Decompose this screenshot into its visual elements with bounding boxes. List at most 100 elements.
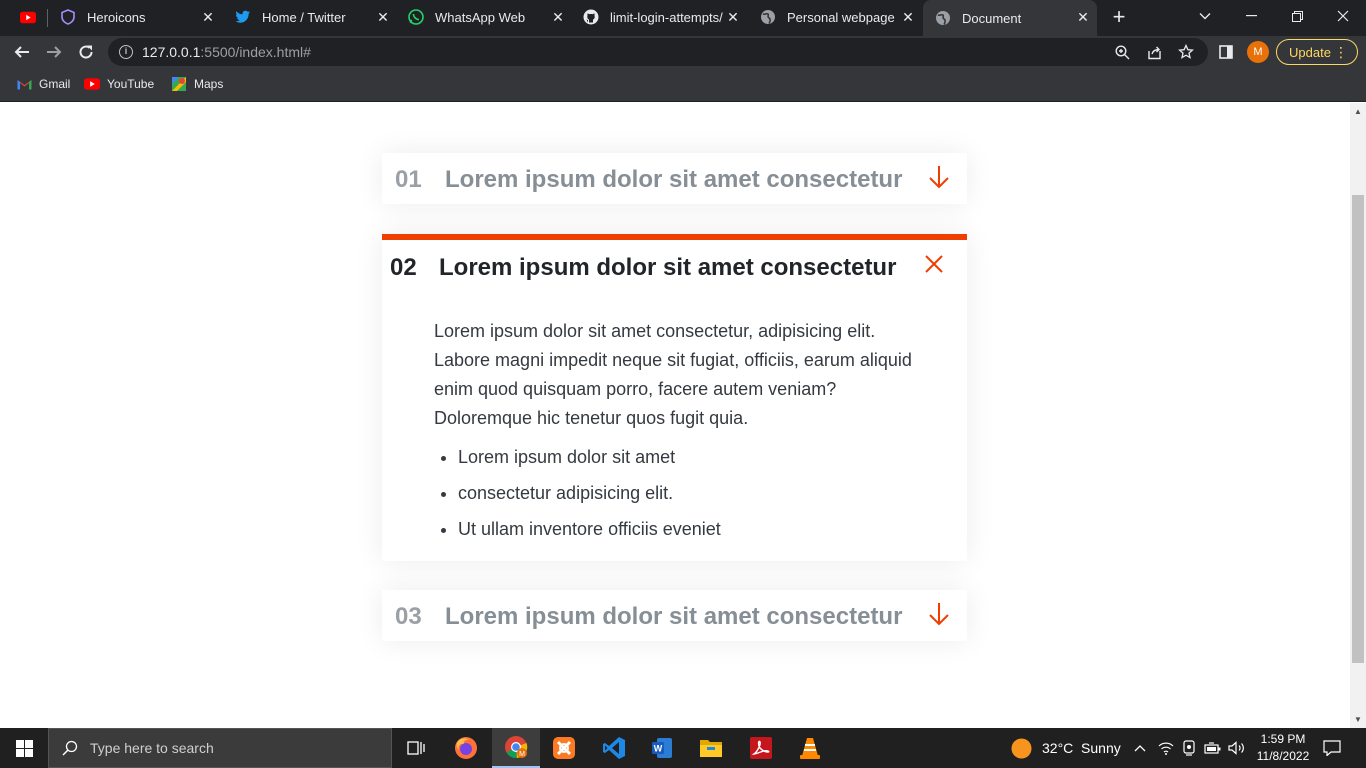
profile-avatar[interactable]: M <box>1247 41 1269 63</box>
scroll-down-icon[interactable]: ▼ <box>1354 715 1362 724</box>
globe-icon <box>760 9 776 25</box>
accordion-item-03[interactable]: 03 Lorem ipsum dolor sit amet consectetu… <box>382 590 967 641</box>
xampp-icon[interactable] <box>540 728 588 768</box>
site-info-icon[interactable]: i <box>119 45 133 59</box>
item-number: 01 <box>395 166 422 193</box>
tab-title: Document <box>962 10 1022 26</box>
bookmark-youtube[interactable]: YouTube <box>84 76 154 92</box>
arrow-down-icon[interactable] <box>927 164 953 192</box>
list-item: Lorem ipsum dolor sit amet <box>458 443 924 472</box>
address-bar[interactable]: i 127.0.0.1:5500/index.html# <box>108 38 1208 66</box>
word-icon[interactable]: W <box>638 728 686 768</box>
accordion-item-02[interactable]: 02 Lorem ipsum dolor sit amet consectetu… <box>382 234 967 561</box>
notifications-icon[interactable] <box>1323 728 1341 768</box>
scroll-up-icon[interactable]: ▲ <box>1354 107 1362 116</box>
tab-twitter[interactable]: Home / Twitter ✕ <box>223 0 397 34</box>
accordion-item-01[interactable]: 01 Lorem ipsum dolor sit amet consectetu… <box>382 153 967 204</box>
youtube-icon <box>20 9 36 25</box>
list-item: Ut ullam inventore officiis eveniet <box>458 515 924 544</box>
close-icon[interactable]: ✕ <box>550 9 566 25</box>
weather-widget[interactable]: 32°C Sunny <box>1011 728 1121 768</box>
tab-github[interactable]: limit-login-attempts/ ✕ <box>573 0 747 34</box>
close-icon[interactable]: ✕ <box>725 9 741 25</box>
zoom-icon[interactable] <box>1113 43 1131 61</box>
bookmarks-bar: Gmail YouTube Maps <box>0 68 1366 102</box>
svg-text:W: W <box>654 744 663 754</box>
close-icon[interactable]: ✕ <box>1075 9 1091 25</box>
close-window-button[interactable] <box>1320 0 1366 32</box>
globe-icon <box>935 10 951 26</box>
tab-search-chevron-icon[interactable] <box>1182 0 1228 32</box>
heroicons-icon <box>60 9 76 25</box>
whatsapp-icon <box>408 9 424 25</box>
tab-title: Personal webpage <box>787 9 895 25</box>
vscode-icon[interactable] <box>590 728 638 768</box>
page-scrollbar[interactable]: ▲ ▼ <box>1350 103 1366 728</box>
url-text: 127.0.0.1:5500/index.html# <box>142 44 311 60</box>
github-icon <box>583 9 599 25</box>
close-icon[interactable]: ✕ <box>375 9 391 25</box>
tab-youtube[interactable] <box>8 0 48 34</box>
accordion-content: Lorem ipsum dolor sit amet consectetur, … <box>434 317 924 551</box>
forward-button[interactable] <box>42 40 66 64</box>
bookmark-star-icon[interactable] <box>1177 43 1195 61</box>
browser-toolbar: i 127.0.0.1:5500/index.html# M Update ⋮ <box>0 36 1366 68</box>
show-hidden-icons-icon[interactable] <box>1134 728 1146 768</box>
tab-whatsapp[interactable]: WhatsApp Web ✕ <box>398 0 572 34</box>
tab-title: Home / Twitter <box>262 9 346 25</box>
svg-text:M: M <box>519 751 525 758</box>
accordion-header[interactable]: 01 Lorem ipsum dolor sit amet consectetu… <box>382 153 967 203</box>
item-number: 02 <box>390 254 417 281</box>
tab-personal-webpage[interactable]: Personal webpage ✕ <box>748 0 922 34</box>
scrollbar-thumb[interactable] <box>1352 195 1364 663</box>
tab-title: Heroicons <box>87 9 146 25</box>
item-title: Lorem ipsum dolor sit amet consectetur <box>445 603 903 630</box>
network-icon[interactable] <box>1158 728 1174 768</box>
taskbar-search[interactable]: Type here to search <box>48 728 392 768</box>
close-icon[interactable]: ✕ <box>900 9 916 25</box>
accordion-header[interactable]: 03 Lorem ipsum dolor sit amet consectetu… <box>382 590 967 640</box>
firefox-icon[interactable] <box>442 728 490 768</box>
battery-icon[interactable] <box>1204 728 1222 768</box>
item-title: Lorem ipsum dolor sit amet consectetur <box>445 166 903 193</box>
minimize-button[interactable] <box>1228 0 1274 32</box>
side-panel-icon[interactable] <box>1216 42 1236 62</box>
windows-taskbar: Type here to search M W 32°C Sunny 1:59 … <box>0 728 1366 768</box>
volume-icon[interactable] <box>1228 728 1246 768</box>
share-icon[interactable] <box>1145 43 1163 61</box>
search-icon <box>62 740 78 756</box>
bookmark-maps[interactable]: Maps <box>171 76 223 92</box>
twitter-icon <box>235 9 251 25</box>
start-button[interactable] <box>0 728 48 768</box>
reload-button[interactable] <box>74 40 98 64</box>
chrome-icon[interactable]: M <box>492 728 540 768</box>
content-list: Lorem ipsum dolor sit amet consectetur a… <box>434 443 924 544</box>
tab-heroicons[interactable]: Heroicons ✕ <box>48 0 222 34</box>
vlc-icon[interactable] <box>786 728 834 768</box>
close-icon[interactable] <box>922 252 948 280</box>
arrow-down-icon[interactable] <box>927 601 953 629</box>
bookmark-gmail[interactable]: Gmail <box>16 76 70 92</box>
accordion-header[interactable]: 02 Lorem ipsum dolor sit amet consectetu… <box>382 240 967 290</box>
list-item: consectetur adipisicing elit. <box>458 479 924 508</box>
task-view-icon[interactable] <box>392 728 440 768</box>
more-menu-icon: ⋮ <box>1334 44 1348 60</box>
tab-document[interactable]: Document ✕ <box>923 0 1097 36</box>
acrobat-icon[interactable] <box>737 728 785 768</box>
taskbar-clock[interactable]: 1:59 PM 11/8/2022 <box>1252 731 1314 765</box>
maps-icon <box>171 76 187 92</box>
weather-text: 32°C Sunny <box>1042 740 1121 756</box>
item-number: 03 <box>395 603 422 630</box>
meet-now-icon[interactable] <box>1182 728 1196 768</box>
gmail-icon <box>16 76 32 92</box>
back-button[interactable] <box>10 40 34 64</box>
tab-title: limit-login-attempts/ <box>610 9 723 25</box>
clock-date: 11/8/2022 <box>1256 749 1310 763</box>
restore-button[interactable] <box>1274 0 1320 32</box>
close-icon[interactable]: ✕ <box>200 9 216 25</box>
item-title: Lorem ipsum dolor sit amet consectetur <box>439 254 897 281</box>
new-tab-button[interactable]: + <box>1108 6 1130 28</box>
update-button[interactable]: Update ⋮ <box>1276 39 1358 65</box>
file-explorer-icon[interactable] <box>687 728 735 768</box>
tab-strip: Heroicons ✕ Home / Twitter ✕ WhatsApp We… <box>0 0 1366 36</box>
